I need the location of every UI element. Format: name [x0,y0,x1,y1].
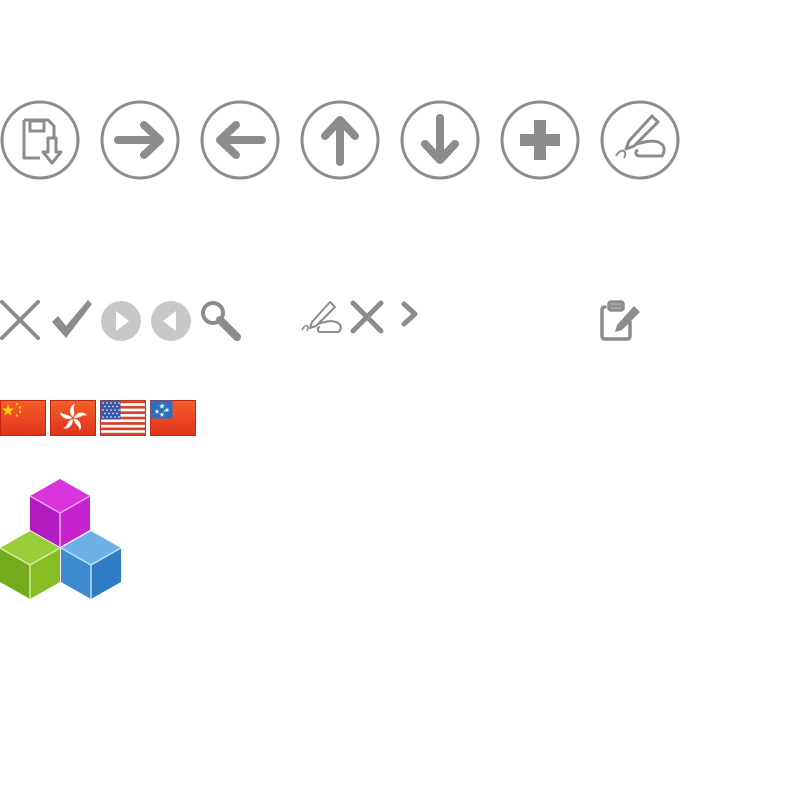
close-icon[interactable] [0,300,40,340]
edit-document-icon[interactable] [600,300,642,342]
cubes-logo-icon [0,478,122,602]
play-next-icon[interactable] [100,300,142,342]
sign-icon[interactable] [600,100,680,180]
play-previous-icon[interactable] [150,300,192,342]
plus-icon[interactable] [500,100,580,180]
samoa-flag [150,400,196,436]
arrow-up-icon[interactable] [300,100,380,180]
arrow-left-icon[interactable] [200,100,280,180]
sign-icon[interactable] [300,300,344,334]
arrow-right-icon[interactable] [100,100,180,180]
close-icon[interactable] [350,300,384,334]
arrow-down-icon[interactable] [400,100,480,180]
chevron-right-icon[interactable] [400,300,420,330]
check-icon[interactable] [50,300,92,340]
china-flag [0,400,46,436]
united-states-flag [100,400,146,436]
search-icon[interactable] [200,300,242,342]
save-icon[interactable] [0,100,80,180]
hong-kong-flag [50,400,96,436]
